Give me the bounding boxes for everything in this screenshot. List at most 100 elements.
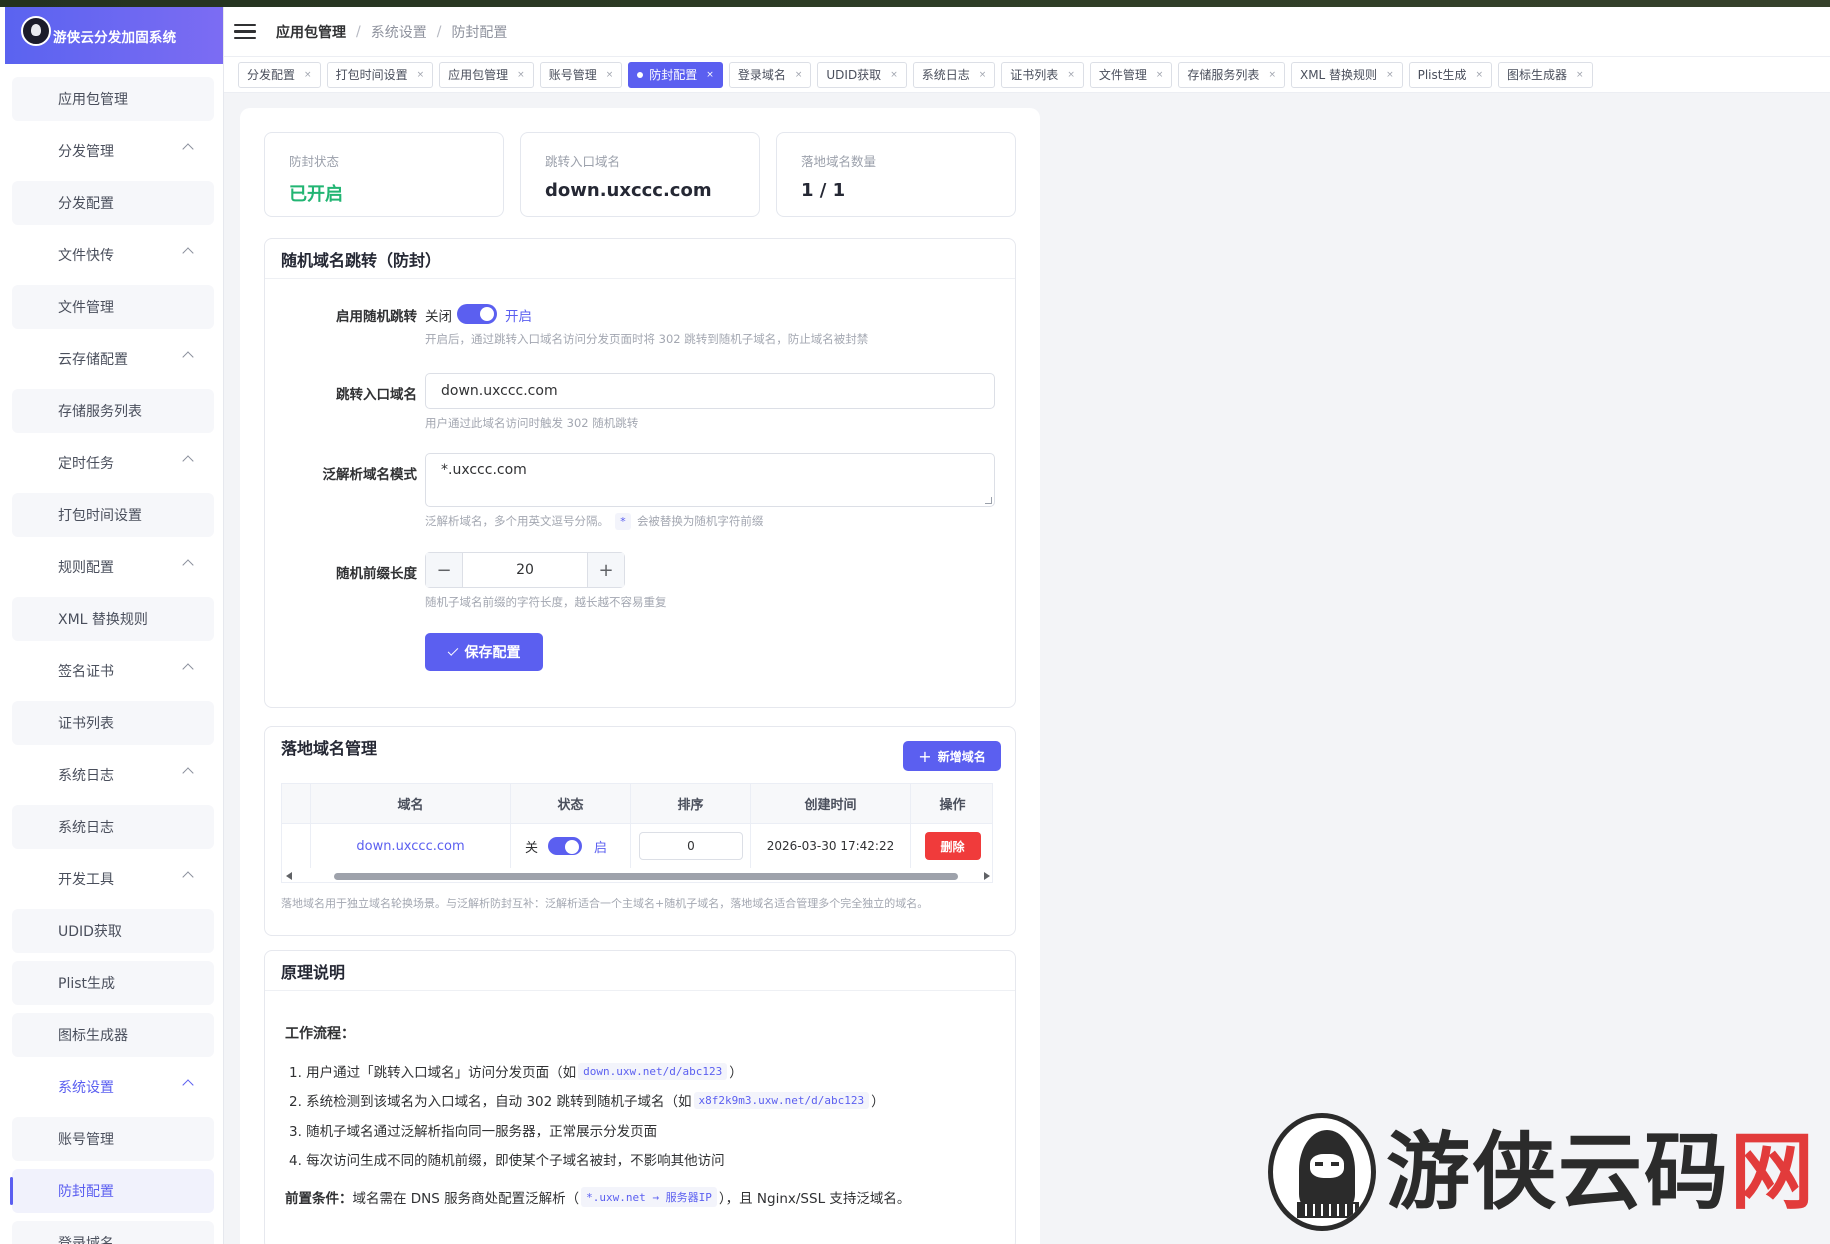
- stat-label: 跳转入口域名: [545, 154, 621, 169]
- sidebar-item-16[interactable]: UDID获取: [12, 909, 214, 953]
- sidebar-item-6[interactable]: 存储服务列表: [12, 389, 214, 433]
- sidebar-item-22[interactable]: 登录域名: [12, 1221, 214, 1244]
- field-hint: 泛解析域名，多个用英文逗号分隔。 * 会被替换为随机字符前缀: [425, 513, 763, 530]
- tab-9[interactable]: 文件管理 ×: [1089, 61, 1173, 88]
- delete-button[interactable]: 删除: [924, 832, 981, 860]
- stat-label: 防封状态: [289, 154, 340, 169]
- precondition-code: *.uxw.net → 服务器IP: [581, 1187, 717, 1207]
- scroll-left-icon[interactable]: [286, 872, 292, 880]
- sidebar-item-1[interactable]: 分发管理: [12, 129, 214, 173]
- sidebar-item-label: UDID获取: [58, 924, 122, 940]
- breadcrumb-sep: /: [356, 23, 361, 40]
- row-status-switch[interactable]: [548, 837, 583, 855]
- sidebar-item-5[interactable]: 云存储配置: [12, 337, 214, 381]
- close-icon[interactable]: ×: [1475, 70, 1483, 80]
- sidebar-item-2[interactable]: 分发配置: [12, 181, 214, 225]
- sidebar-item-label: 开发工具: [58, 872, 114, 888]
- sidebar-menu: 应用包管理分发管理分发配置文件快传文件管理云存储配置存储服务列表定时任务打包时间…: [10, 77, 214, 1244]
- tab-10[interactable]: 存储服务列表 ×: [1178, 61, 1285, 88]
- sidebar-item-14[interactable]: 系统日志: [12, 805, 214, 849]
- scroll-right-icon[interactable]: [984, 872, 990, 880]
- tab-8[interactable]: 证书列表 ×: [1001, 61, 1084, 88]
- increment-button[interactable]: +: [588, 553, 624, 587]
- close-icon[interactable]: ×: [1576, 70, 1584, 80]
- table-scrollbar[interactable]: [282, 870, 992, 882]
- sidebar-item-11[interactable]: 签名证书: [12, 649, 214, 693]
- tab-label: 图标生成器: [1507, 68, 1568, 82]
- sidebar-item-18[interactable]: 图标生成器: [12, 1013, 214, 1057]
- scroll-thumb[interactable]: [334, 873, 958, 880]
- add-domain-button[interactable]: + 新增域名: [903, 741, 1001, 771]
- close-icon[interactable]: ×: [304, 70, 312, 80]
- app-logo[interactable]: 游侠云分发加固系统: [5, 7, 223, 64]
- prefix-length-stepper: − 20 +: [425, 552, 625, 588]
- sidebar-item-label: XML 替换规则: [58, 612, 148, 628]
- tab-7[interactable]: 系统日志 ×: [912, 61, 996, 88]
- sidebar-item-21[interactable]: 防封配置: [10, 1169, 214, 1213]
- close-icon[interactable]: ×: [417, 70, 425, 80]
- switch-off-text: 关闭: [425, 309, 452, 325]
- sidebar-item-19[interactable]: 系统设置: [12, 1065, 214, 1109]
- tab-6[interactable]: UDID获取 ×: [817, 61, 907, 88]
- tab-2[interactable]: 应用包管理 ×: [439, 61, 534, 88]
- resize-grip-icon[interactable]: [985, 497, 992, 504]
- tab-label: 证书列表: [1010, 68, 1059, 82]
- sidebar-item-4[interactable]: 文件管理: [12, 285, 214, 329]
- tab-3[interactable]: 账号管理 ×: [539, 61, 623, 88]
- tab-0[interactable]: 分发配置 ×: [238, 61, 321, 88]
- sidebar-item-20[interactable]: 账号管理: [12, 1117, 214, 1161]
- tab-4[interactable]: 防封配置 ×: [628, 61, 723, 88]
- prefix-length-value[interactable]: 20: [462, 553, 588, 587]
- sidebar-item-label: 定时任务: [58, 456, 114, 472]
- top-strip: [0, 0, 1830, 7]
- chevron-up-icon: [182, 143, 194, 155]
- menu-toggle-icon[interactable]: [234, 23, 256, 40]
- tab-12[interactable]: Plist生成 ×: [1408, 61, 1493, 88]
- watermark-text: 游侠云码网: [1386, 1130, 1816, 1214]
- sidebar-item-7[interactable]: 定时任务: [12, 441, 214, 485]
- close-icon[interactable]: ×: [706, 70, 714, 80]
- plus-icon: +: [918, 746, 932, 766]
- breadcrumb-sep: /: [436, 23, 442, 40]
- sidebar-item-3[interactable]: 文件快传: [12, 233, 214, 277]
- sidebar-item-label: 签名证书: [58, 664, 114, 680]
- sidebar-item-17[interactable]: Plist生成: [12, 961, 214, 1005]
- table-header-action: 操作: [911, 784, 992, 824]
- tab-5[interactable]: 登录域名 ×: [728, 61, 812, 88]
- tab-11[interactable]: XML 替换规则 ×: [1290, 61, 1403, 88]
- field-hint: 随机子域名前缀的字符长度，越长越不容易重复: [425, 595, 667, 609]
- stat-label: 落地域名数量: [801, 154, 877, 169]
- enable-random-switch[interactable]: [457, 304, 497, 324]
- sidebar-item-0[interactable]: 应用包管理: [12, 77, 214, 121]
- close-icon[interactable]: ×: [517, 70, 525, 80]
- sidebar-item-15[interactable]: 开发工具: [12, 857, 214, 901]
- close-icon[interactable]: ×: [1067, 70, 1075, 80]
- sidebar-item-8[interactable]: 打包时间设置: [12, 493, 214, 537]
- sidebar-item-13[interactable]: 系统日志: [12, 753, 214, 797]
- breadcrumb-item-app[interactable]: 应用包管理: [276, 22, 346, 42]
- close-icon[interactable]: ×: [1156, 70, 1164, 80]
- close-icon[interactable]: ×: [1386, 70, 1394, 80]
- tab-1[interactable]: 打包时间设置 ×: [326, 61, 434, 88]
- decrement-button[interactable]: −: [426, 553, 462, 587]
- close-icon[interactable]: ×: [979, 70, 987, 80]
- sidebar-item-label: 系统日志: [58, 768, 114, 784]
- save-config-button[interactable]: 保存配置: [425, 633, 543, 671]
- sidebar-item-10[interactable]: XML 替换规则: [12, 597, 214, 641]
- precondition-label: 前置条件：: [285, 1191, 353, 1207]
- close-icon[interactable]: ×: [1268, 70, 1276, 80]
- entry-domain-input[interactable]: down.uxccc.com: [425, 373, 995, 409]
- sidebar-item-9[interactable]: 规则配置: [12, 545, 214, 589]
- pattern-textarea[interactable]: *.uxccc.com: [425, 453, 995, 507]
- sidebar-item-12[interactable]: 证书列表: [12, 701, 214, 745]
- close-icon[interactable]: ×: [890, 70, 898, 80]
- table-header-sort: 排序: [631, 784, 751, 824]
- pattern-hint-code: *: [614, 513, 632, 530]
- row-sort-input[interactable]: 0: [639, 832, 743, 860]
- check-icon: [447, 645, 458, 656]
- close-icon[interactable]: ×: [795, 70, 803, 80]
- top-header: 应用包管理 / 系统设置 / 防封配置: [224, 7, 1830, 57]
- row-domain-link[interactable]: down.uxccc.com: [311, 824, 511, 868]
- tab-13[interactable]: 图标生成器 ×: [1498, 61, 1593, 88]
- close-icon[interactable]: ×: [606, 70, 614, 80]
